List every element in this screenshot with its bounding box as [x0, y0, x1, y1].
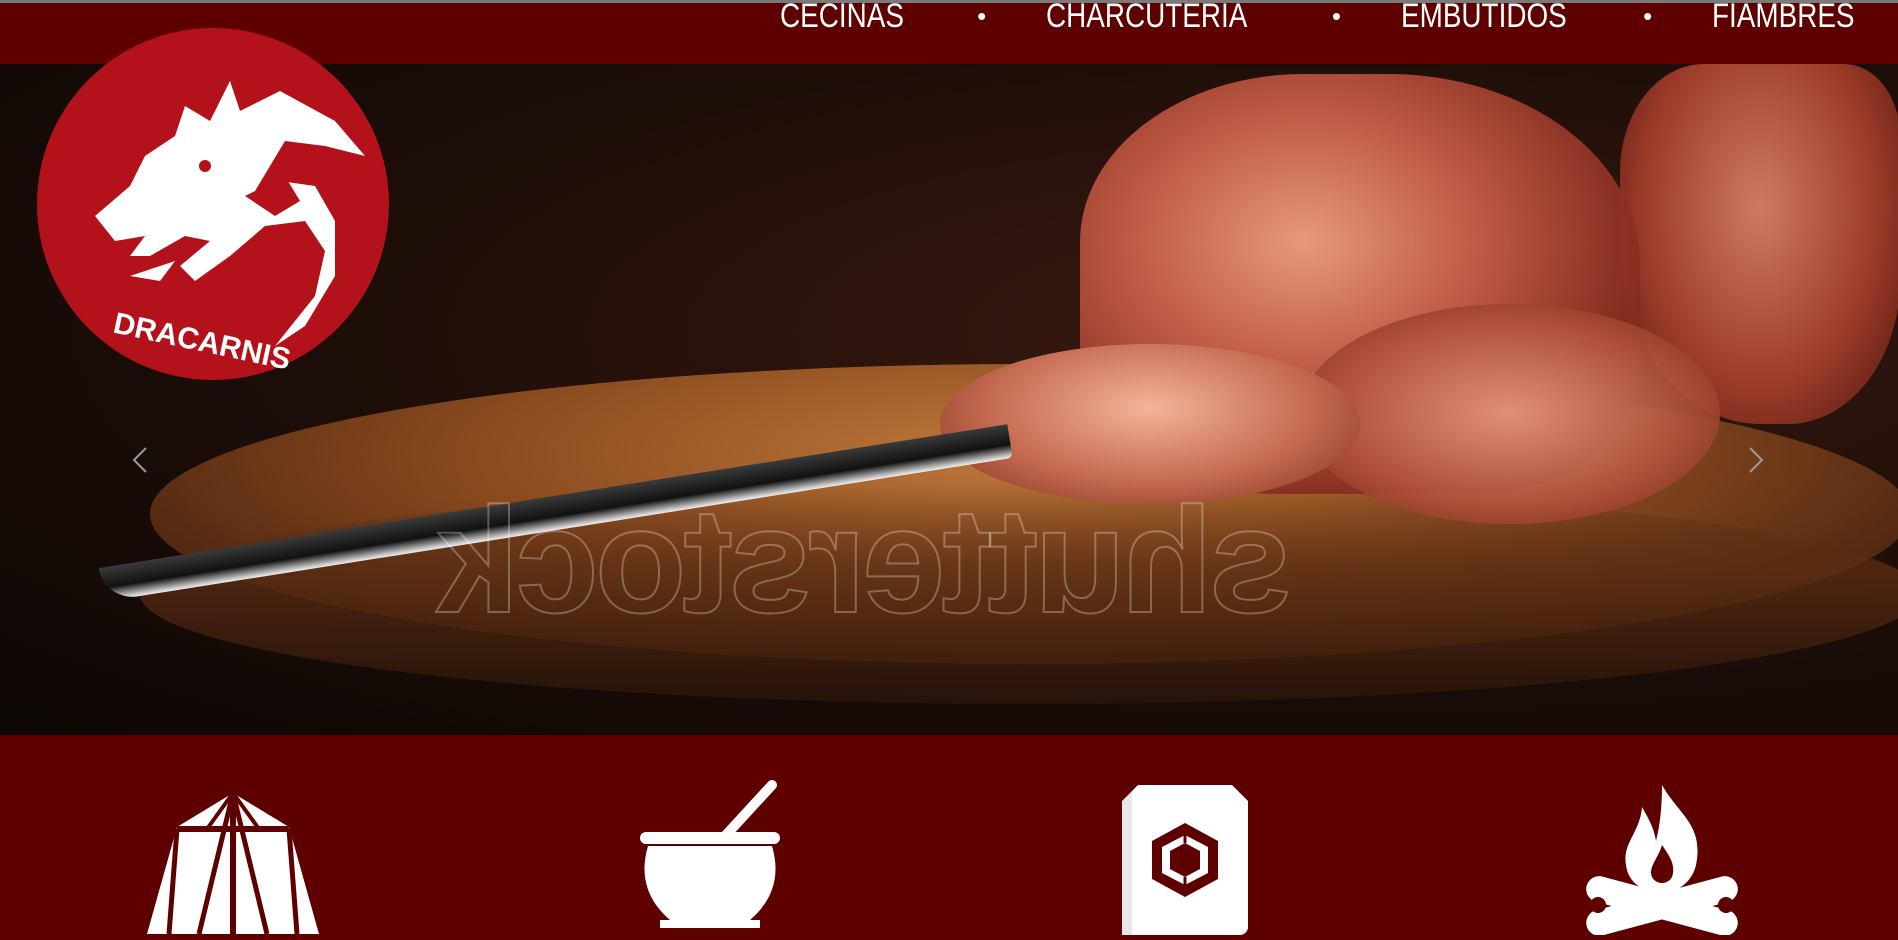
gem-book-icon[interactable] [1122, 785, 1248, 940]
features-strip [0, 735, 1898, 936]
brand-logo[interactable]: DRACARNIS [35, 26, 391, 382]
watermark-text: shutterstock [439, 475, 1293, 645]
nav-item-charcuteria[interactable]: CHARCUTERIA [1046, 0, 1247, 36]
cauldron-icon[interactable] [640, 780, 780, 939]
nav-item-fiambres[interactable]: FIAMBRES [1712, 0, 1855, 36]
nav-separator: • [1643, 1, 1653, 31]
tent-icon[interactable] [147, 791, 319, 939]
nav-separator: • [1331, 1, 1341, 31]
dragon-logo-icon: DRACARNIS [37, 28, 389, 380]
chevron-right-icon[interactable] [1744, 442, 1768, 478]
main-nav: CECINAS • CHARCUTERIA • EMBUTIDOS • FIAM… [780, 0, 1886, 36]
nav-item-embutidos[interactable]: EMBUTIDOS [1401, 0, 1567, 36]
campfire-icon[interactable] [1584, 785, 1740, 940]
nav-item-cecinas[interactable]: CECINAS [780, 0, 904, 36]
nav-separator: • [977, 1, 987, 31]
chevron-left-icon[interactable] [128, 442, 152, 478]
